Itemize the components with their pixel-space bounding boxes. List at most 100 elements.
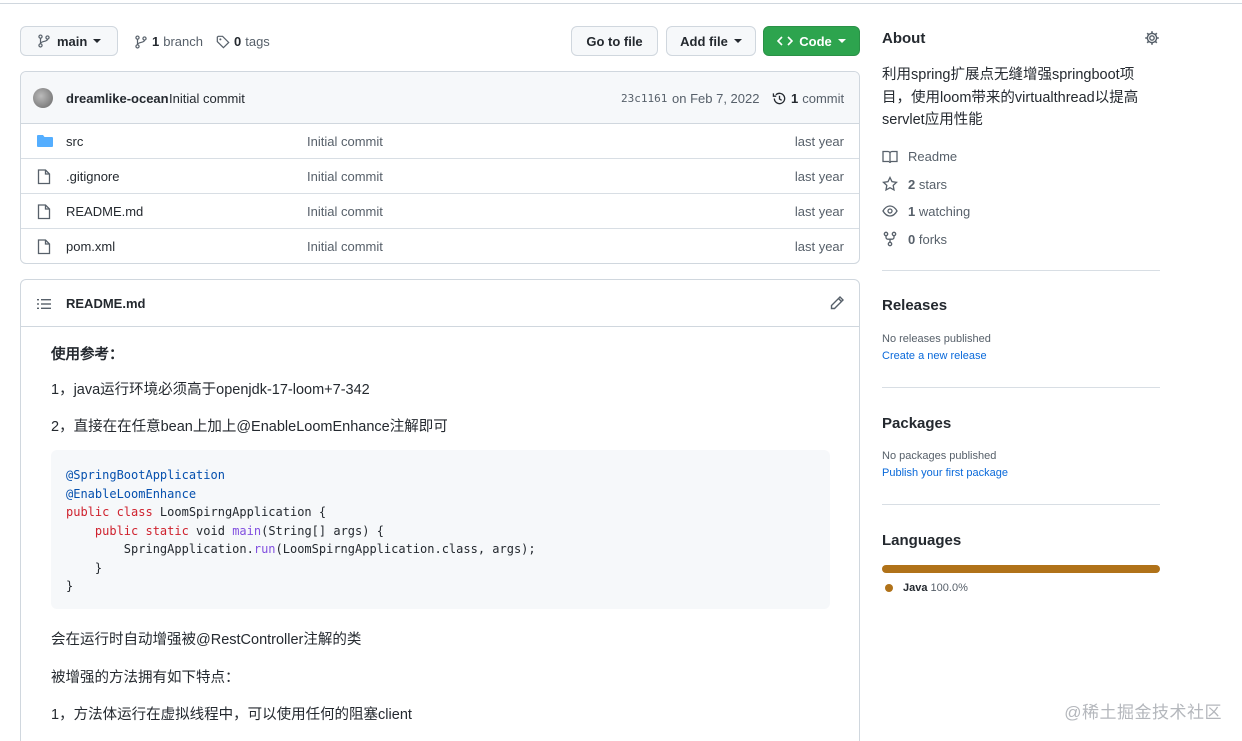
avatar[interactable] [33, 88, 53, 108]
code-line: @SpringBootApplication [66, 468, 225, 482]
fork-icon [883, 231, 897, 247]
watching-label: watching [918, 203, 971, 219]
go-to-file-button[interactable]: Go to file [571, 26, 658, 56]
go-to-file-label: Go to file [586, 33, 643, 49]
commit-message[interactable]: Initial commit [169, 91, 245, 106]
add-file-label: Add file [680, 33, 728, 49]
add-file-button[interactable]: Add file [666, 26, 756, 56]
code-text: (String[] args) { [261, 523, 384, 538]
tag-icon [216, 35, 230, 49]
code-button[interactable]: Code [763, 26, 860, 56]
readme-paragraph: 会在运行时自动增强被@RestController注解的类 [51, 632, 362, 648]
commit-author[interactable]: dreamlike-ocean [66, 91, 169, 106]
about-title: About [882, 30, 926, 47]
file-row[interactable]: src Initial commit last year [21, 124, 859, 159]
watching-link[interactable]: 1 watching [882, 203, 970, 219]
star-icon [882, 176, 898, 192]
commit-date[interactable]: on Feb 7, 2022 [672, 91, 759, 106]
branches-label: branch [163, 34, 203, 49]
branches-link[interactable]: 1 branch [134, 34, 203, 49]
readme-paragraph: 被增强的方法拥有如下特点： [51, 670, 240, 686]
packages-title[interactable]: Packages [882, 415, 951, 432]
list-icon[interactable] [37, 297, 51, 313]
sidebar-divider [882, 270, 1160, 271]
commit-count-label: commit [802, 91, 845, 106]
file-name[interactable]: pom.xml [66, 239, 115, 254]
commit-count: 1 [791, 91, 799, 106]
file-age: last year [794, 134, 844, 149]
readme-header: README.md [21, 280, 859, 327]
code-line: public class LoomSpirngApplication { [66, 503, 815, 522]
branch-select-label: main [57, 33, 88, 49]
forks-link[interactable]: 0 forks [882, 231, 947, 247]
stars-link[interactable]: 2 stars [882, 176, 947, 192]
code-keyword: public static [94, 523, 189, 538]
language-item[interactable]: Java 100.0% [885, 582, 968, 594]
file-commit-message[interactable]: Initial commit [307, 169, 383, 184]
file-icon [37, 204, 51, 223]
create-release-link[interactable]: Create a new release [882, 350, 987, 362]
readme-link[interactable]: Readme [882, 149, 957, 164]
file-age: last year [794, 169, 844, 184]
eye-icon [882, 205, 898, 217]
file-name[interactable]: .gitignore [66, 169, 119, 184]
commit-history-link[interactable]: 1 commit [772, 91, 844, 106]
code-text: SpringApplication. [123, 542, 254, 556]
publish-package-link[interactable]: Publish your first package [882, 467, 1008, 479]
readme-heading: 使用参考： [51, 347, 124, 363]
code-line: } [66, 579, 74, 593]
git-branch-icon [135, 34, 147, 49]
readme-paragraph: 1，java运行环境必须高于openjdk-17-loom+7-342 [51, 382, 370, 398]
forks-count: 0 [908, 231, 916, 247]
tags-label: tags [245, 34, 270, 49]
branches-count: 1 [152, 34, 160, 49]
git-branch-icon [38, 34, 50, 48]
language-bar [882, 565, 1160, 573]
commit-sha[interactable]: 23c1161 [621, 92, 667, 105]
file-name[interactable]: README.md [66, 204, 143, 219]
code-function: main [232, 523, 262, 538]
file-icon [37, 239, 51, 258]
languages-title: Languages [882, 532, 962, 549]
file-age: last year [794, 239, 844, 254]
code-text: void [188, 523, 233, 538]
file-row[interactable]: .gitignore Initial commit last year [21, 159, 859, 194]
file-commit-message[interactable]: Initial commit [307, 204, 383, 219]
file-icon [37, 169, 51, 188]
file-browser: dreamlike-ocean Initial commit 23c1161 o… [20, 71, 860, 264]
history-icon [772, 92, 786, 105]
code-block: @SpringBootApplication @EnableLoomEnhanc… [51, 450, 830, 609]
releases-empty-text: No releases published [882, 333, 991, 345]
releases-title[interactable]: Releases [882, 297, 947, 314]
pencil-icon[interactable] [829, 295, 845, 314]
file-age: last year [794, 204, 844, 219]
language-color-dot [885, 584, 893, 592]
code-line: } [66, 559, 815, 578]
tags-link[interactable]: 0 tags [216, 34, 270, 49]
readme-paragraph: 1，方法体运行在虚拟线程中，可以使用任何的阻塞client [51, 707, 412, 723]
readme-link-label: Readme [908, 149, 958, 164]
watching-count: 1 [908, 203, 916, 219]
stars-label: stars [918, 176, 948, 192]
gear-icon[interactable] [1144, 30, 1160, 49]
packages-empty-text: No packages published [882, 450, 997, 462]
file-row[interactable]: pom.xml Initial commit last year [21, 229, 859, 263]
sidebar-divider [882, 387, 1160, 388]
language-percent: 100.0% [930, 582, 968, 594]
code-text: } [94, 560, 103, 575]
folder-icon [37, 134, 53, 151]
file-commit-message[interactable]: Initial commit [307, 239, 383, 254]
branch-select-button[interactable]: main [20, 26, 118, 56]
book-icon [882, 150, 898, 163]
top-divider [0, 0, 1242, 4]
file-commit-message[interactable]: Initial commit [307, 134, 383, 149]
tags-count: 0 [234, 34, 242, 49]
file-name[interactable]: src [66, 134, 83, 149]
chevron-down-icon [733, 39, 742, 43]
readme-panel: README.md 使用参考： 1，java运行环境必须高于openjdk-17… [20, 279, 860, 741]
file-row[interactable]: README.md Initial commit last year [21, 194, 859, 229]
code-text: LoomSpirngApplication { [152, 505, 327, 519]
code-label: Code [799, 33, 832, 49]
code-text: (LoomSpirngApplication.class, args); [275, 542, 536, 556]
chevron-down-icon [93, 39, 102, 43]
